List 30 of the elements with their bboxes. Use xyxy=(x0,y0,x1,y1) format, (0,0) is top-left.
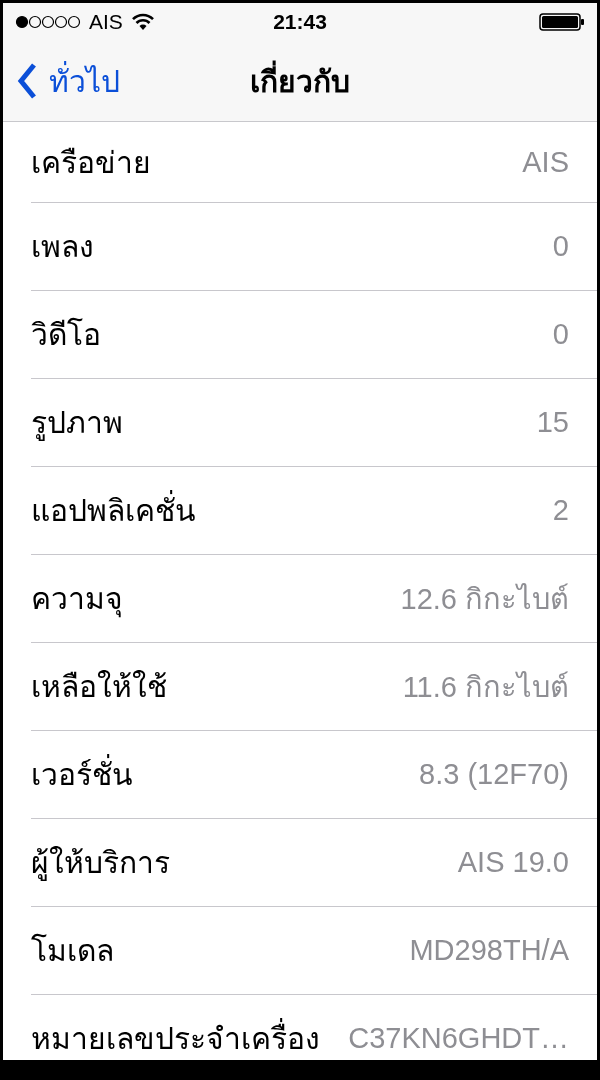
row-value: 0 xyxy=(552,318,569,351)
status-time: 21:43 xyxy=(273,10,327,34)
row-label: ผู้ให้บริการ xyxy=(31,844,170,883)
back-button[interactable]: ทั่วไป xyxy=(3,57,120,105)
row-value: 8.3 (12F70) xyxy=(419,758,569,791)
row-label: เวอร์ชั่น xyxy=(31,751,133,798)
row-value: MD298TH/A xyxy=(409,934,569,967)
row-label: เครือข่าย xyxy=(31,143,151,182)
battery-icon xyxy=(539,12,585,32)
row-value: 2 xyxy=(552,494,569,527)
row-label: แอปพลิเคชั่น xyxy=(31,487,196,534)
row-value: 12.6 กิกะไบต์ xyxy=(400,581,569,617)
row-label: โมเดล xyxy=(31,932,114,970)
signal-icon xyxy=(15,15,81,29)
row-value: 0 xyxy=(552,230,569,263)
row-label: หมายเลขประจำเครื่อง xyxy=(31,1015,320,1060)
chevron-left-icon xyxy=(17,62,37,100)
row-label: เหลือให้ใช้ xyxy=(31,668,167,706)
row-value: 15 xyxy=(536,406,569,439)
carrier-name: AIS xyxy=(89,10,123,34)
row-value: AIS 19.0 xyxy=(457,846,569,879)
row-label: วิดีโอ xyxy=(31,316,101,354)
row-label: เพลง xyxy=(31,228,94,266)
page-title: เกี่ยวกับ xyxy=(250,57,350,105)
wifi-icon xyxy=(130,13,155,31)
row-value: AIS xyxy=(522,145,569,179)
row-value: C37KN6GHDT… xyxy=(348,1022,569,1055)
row-label: รูปภาพ xyxy=(31,404,123,443)
row-value: 11.6 กิกะไบต์ xyxy=(402,669,569,705)
row-label: ความจุ xyxy=(31,580,123,620)
